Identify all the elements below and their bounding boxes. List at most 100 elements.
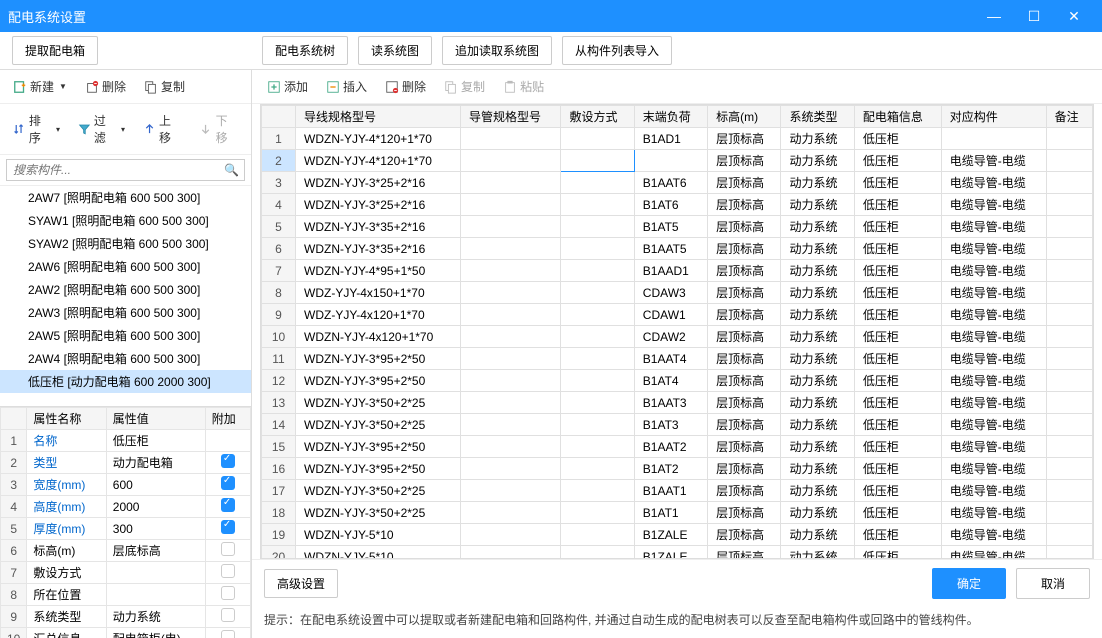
grid-cell[interactable]: 电缆导管-电缆: [941, 502, 1046, 524]
row-number[interactable]: 1: [262, 128, 296, 150]
grid-cell[interactable]: 层顶标高: [708, 128, 781, 150]
grid-cell[interactable]: 动力系统: [781, 172, 854, 194]
grid-cell[interactable]: [461, 524, 561, 546]
grid-cell[interactable]: 电缆导管-电缆: [941, 348, 1046, 370]
move-up-button[interactable]: 上移: [136, 108, 189, 150]
grid-cell[interactable]: WDZN-YJY-5*10: [296, 546, 461, 560]
new-button[interactable]: 新建▼: [6, 74, 74, 99]
grid-cell[interactable]: 动力系统: [781, 502, 854, 524]
prop-value[interactable]: [106, 584, 205, 606]
row-number[interactable]: 9: [262, 304, 296, 326]
grid-cell[interactable]: 电缆导管-电缆: [941, 282, 1046, 304]
row-number[interactable]: 19: [262, 524, 296, 546]
grid-cell[interactable]: [1046, 216, 1092, 238]
checkbox-icon[interactable]: [221, 476, 235, 490]
grid-cell[interactable]: [1046, 480, 1092, 502]
grid-cell[interactable]: CDAW2: [634, 326, 707, 348]
grid-cell[interactable]: 层顶标高: [708, 304, 781, 326]
list-item[interactable]: 2AW2 [照明配电箱 600 500 300]: [0, 278, 251, 301]
prop-value[interactable]: 配电箱柜(电): [106, 628, 205, 638]
grid-cell[interactable]: 电缆导管-电缆: [941, 260, 1046, 282]
grid-cell[interactable]: 层顶标高: [708, 524, 781, 546]
row-number[interactable]: 7: [262, 260, 296, 282]
grid-header[interactable]: 导管规格型号: [461, 106, 561, 128]
grid-cell[interactable]: 动力系统: [781, 304, 854, 326]
grid-cell[interactable]: [461, 392, 561, 414]
grid-cell[interactable]: 层顶标高: [708, 238, 781, 260]
checkbox-icon[interactable]: [221, 542, 235, 556]
prop-extra[interactable]: [205, 430, 250, 452]
grid-cell[interactable]: 动力系统: [781, 194, 854, 216]
grid-wrap[interactable]: 导线规格型号导管规格型号敷设方式末端负荷标高(m)系统类型配电箱信息对应构件备注…: [260, 104, 1094, 559]
grid-cell[interactable]: [561, 150, 634, 172]
grid-cell[interactable]: [561, 392, 634, 414]
grid-cell[interactable]: [461, 260, 561, 282]
prop-extra[interactable]: [205, 452, 250, 474]
grid-cell[interactable]: WDZN-YJY-3*95+2*50: [296, 348, 461, 370]
grid-cell[interactable]: [1046, 194, 1092, 216]
checkbox-icon[interactable]: [221, 498, 235, 512]
grid-cell[interactable]: WDZ-YJY-4x150+1*70: [296, 282, 461, 304]
grid-cell[interactable]: 低压柜: [854, 238, 941, 260]
grid-cell[interactable]: 动力系统: [781, 370, 854, 392]
extract-button[interactable]: 提取配电箱: [12, 36, 98, 65]
grid-cell[interactable]: 动力系统: [781, 436, 854, 458]
row-number[interactable]: 2: [262, 150, 296, 172]
row-number[interactable]: 8: [262, 282, 296, 304]
checkbox-icon[interactable]: [221, 586, 235, 600]
checkbox-icon[interactable]: [221, 630, 235, 638]
grid-cell[interactable]: [941, 128, 1046, 150]
grid-cell[interactable]: 动力系统: [781, 260, 854, 282]
copy-button[interactable]: 复制: [137, 74, 192, 99]
grid-cell[interactable]: [561, 458, 634, 480]
row-number[interactable]: 11: [262, 348, 296, 370]
grid-cell[interactable]: [561, 194, 634, 216]
prop-value[interactable]: [106, 562, 205, 584]
grid-cell[interactable]: [561, 414, 634, 436]
grid-cell[interactable]: WDZN-YJY-3*50+2*25: [296, 480, 461, 502]
add-row-button[interactable]: 添加: [260, 74, 315, 99]
grid-cell[interactable]: 电缆导管-电缆: [941, 436, 1046, 458]
grid-header[interactable]: 敷设方式: [561, 106, 634, 128]
grid-cell[interactable]: [561, 502, 634, 524]
grid-cell[interactable]: [1046, 524, 1092, 546]
grid-cell[interactable]: 低压柜: [854, 150, 941, 172]
grid-cell[interactable]: 低压柜: [854, 546, 941, 560]
grid-cell[interactable]: [1046, 172, 1092, 194]
grid-cell[interactable]: [561, 524, 634, 546]
grid-cell[interactable]: 层顶标高: [708, 436, 781, 458]
grid-cell[interactable]: [561, 172, 634, 194]
grid-cell[interactable]: B1AAD1: [634, 260, 707, 282]
grid-cell[interactable]: 电缆导管-电缆: [941, 414, 1046, 436]
grid-cell[interactable]: 电缆导管-电缆: [941, 370, 1046, 392]
grid-cell[interactable]: [461, 348, 561, 370]
grid-cell[interactable]: [1046, 150, 1092, 172]
grid-cell[interactable]: B1AT2: [634, 458, 707, 480]
grid-cell[interactable]: [461, 194, 561, 216]
prop-extra[interactable]: [205, 584, 250, 606]
grid-cell[interactable]: 低压柜: [854, 392, 941, 414]
grid-cell[interactable]: B1AAT4: [634, 348, 707, 370]
row-number[interactable]: 17: [262, 480, 296, 502]
grid-cell[interactable]: WDZ-YJY-4x120+1*70: [296, 304, 461, 326]
list-item[interactable]: 2AW3 [照明配电箱 600 500 300]: [0, 301, 251, 324]
grid-cell[interactable]: 动力系统: [781, 414, 854, 436]
grid-cell[interactable]: [1046, 436, 1092, 458]
grid-header[interactable]: 备注: [1046, 106, 1092, 128]
grid-cell[interactable]: 动力系统: [781, 282, 854, 304]
grid-cell[interactable]: [461, 436, 561, 458]
grid-cell[interactable]: 低压柜: [854, 172, 941, 194]
checkbox-icon[interactable]: [221, 520, 235, 534]
grid-cell[interactable]: B1AAT6: [634, 172, 707, 194]
grid-cell[interactable]: 电缆导管-电缆: [941, 150, 1046, 172]
grid-cell[interactable]: [1046, 414, 1092, 436]
grid-cell[interactable]: 低压柜: [854, 194, 941, 216]
grid-cell[interactable]: 动力系统: [781, 524, 854, 546]
filter-button[interactable]: 过滤▾: [71, 108, 132, 150]
grid-cell[interactable]: [561, 436, 634, 458]
grid-cell[interactable]: 动力系统: [781, 128, 854, 150]
grid-cell[interactable]: 动力系统: [781, 326, 854, 348]
row-number[interactable]: 16: [262, 458, 296, 480]
grid-cell[interactable]: 低压柜: [854, 216, 941, 238]
grid-cell[interactable]: 层顶标高: [708, 392, 781, 414]
